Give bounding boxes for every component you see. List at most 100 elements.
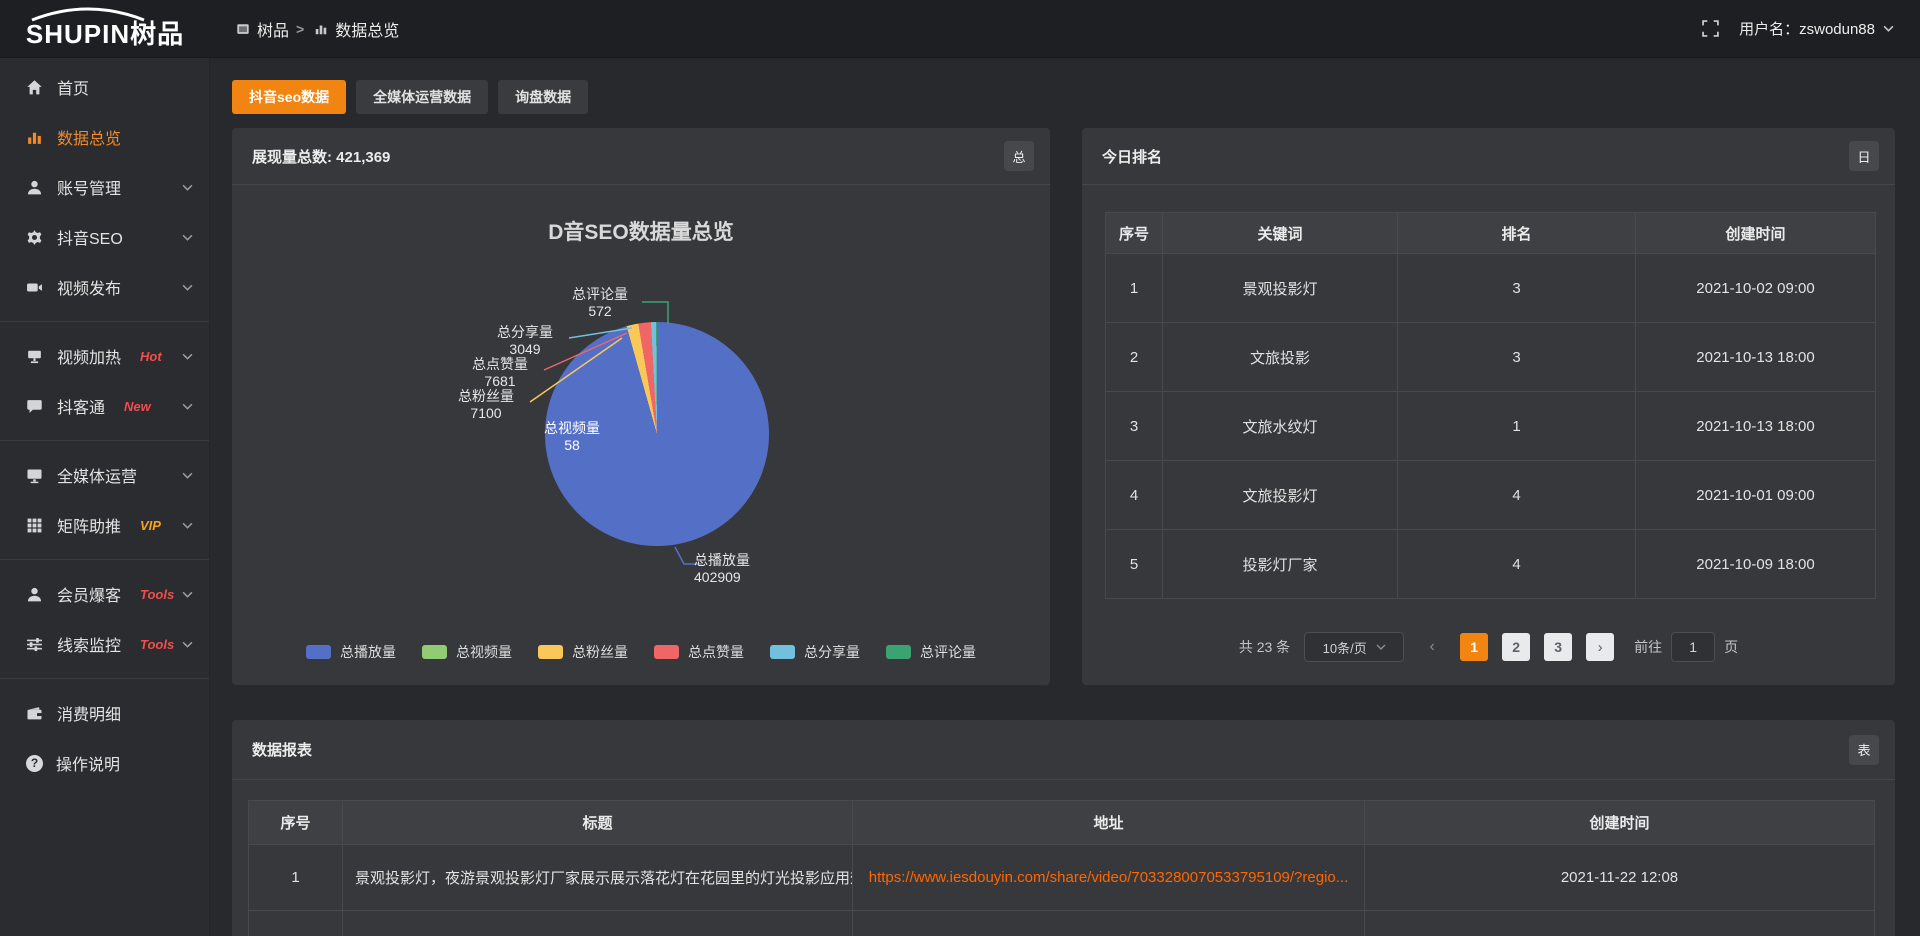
pagination: 共 23 条 10条/页 ‹ 1 2 3 › 前往 页	[1082, 632, 1895, 662]
legend-item-total-shares[interactable]: 总分享量	[770, 642, 860, 662]
legend-swatch	[306, 645, 331, 659]
sidebar-divider	[0, 440, 209, 441]
bar-chart-icon	[26, 129, 44, 146]
tab-omnimedia-data[interactable]: 全媒体运营数据	[356, 80, 488, 114]
sliders-icon	[26, 636, 44, 653]
chart-panel-header: 展现量总数: 421,369 总	[232, 128, 1050, 185]
sidebar-divider	[0, 321, 209, 322]
question-icon	[26, 755, 43, 772]
column-header: 创建时间	[1636, 213, 1876, 254]
sidebar-item-data-overview[interactable]: 数据总览	[0, 112, 209, 162]
page-size-select[interactable]: 10条/页	[1304, 632, 1404, 662]
table-cell: 1	[1398, 392, 1636, 461]
table-row: 1景观投影灯32021-10-02 09:00	[1106, 254, 1876, 323]
table-view-badge[interactable]: 表	[1849, 735, 1879, 765]
screen-icon	[26, 348, 44, 365]
sidebar-item-lead-monitor[interactable]: 线索监控 Tools	[0, 619, 209, 669]
sidebar-item-label: 消费明细	[57, 701, 121, 725]
table-header-row: 序号 关键词 排名 创建时间	[1106, 213, 1876, 254]
column-header: 序号	[1106, 213, 1163, 254]
legend-swatch	[654, 645, 679, 659]
sidebar-item-omnimedia[interactable]: 全媒体运营	[0, 450, 209, 500]
chevron-down-icon	[182, 522, 193, 529]
table-cell: 2021-10-02 09:00	[1636, 254, 1876, 323]
column-header: 排名	[1398, 213, 1636, 254]
sidebar-item-label: 操作说明	[56, 751, 120, 775]
tab-douyin-seo-data[interactable]: 抖音seo数据	[232, 80, 346, 114]
sidebar-item-matrix-boost[interactable]: 矩阵助推 VIP	[0, 500, 209, 550]
legend-swatch	[538, 645, 563, 659]
sidebar-item-doukentong[interactable]: 抖客通 New	[0, 381, 209, 431]
total-count-label: 共 23 条	[1239, 637, 1290, 657]
sidebar-item-video-publish[interactable]: 视频发布	[0, 262, 209, 312]
breadcrumb-current[interactable]: 数据总览	[314, 17, 399, 41]
table-row	[249, 911, 1875, 936]
legend-swatch	[422, 645, 447, 659]
sidebar-item-help[interactable]: 操作说明	[0, 738, 209, 788]
breadcrumb-home[interactable]: 树品 >	[236, 17, 304, 41]
legend-item-total-likes[interactable]: 总点赞量	[654, 642, 744, 662]
pie-label-total-plays: 总播放量402909	[694, 552, 778, 586]
prev-page-button[interactable]: ‹	[1418, 632, 1446, 662]
sidebar-divider	[0, 678, 209, 679]
page-button-1[interactable]: 1	[1460, 633, 1488, 661]
sidebar-item-label: 矩阵助推	[57, 513, 121, 537]
chevron-down-icon	[182, 591, 193, 598]
sidebar-item-label: 视频加热	[57, 344, 121, 368]
table-cell: 5	[1106, 530, 1163, 599]
table-cell: 2021-10-13 18:00	[1636, 392, 1876, 461]
day-view-badge[interactable]: 日	[1849, 141, 1879, 171]
legend-label: 总评论量	[920, 642, 976, 662]
sidebar-item-account[interactable]: 账号管理	[0, 162, 209, 212]
legend-label: 总点赞量	[688, 642, 744, 662]
legend-item-total-plays[interactable]: 总播放量	[306, 642, 396, 662]
legend-item-total-videos[interactable]: 总视频量	[422, 642, 512, 662]
url-link[interactable]: https://www.iesdouyin.com/share/video/70…	[853, 845, 1365, 911]
hot-badge: Hot	[140, 349, 162, 364]
user-menu[interactable]: 用户名：zswodun88	[1739, 18, 1894, 39]
sidebar-item-label: 账号管理	[57, 175, 121, 199]
table-cell: 4	[1398, 530, 1636, 599]
home-icon	[26, 79, 44, 96]
table-cell: 景观投影灯，夜游景观投影灯厂家展示展示落花灯在花园里的灯光投影应用效果 #...	[343, 845, 853, 911]
total-view-badge[interactable]: 总	[1004, 141, 1034, 171]
goto-page-input[interactable]	[1671, 632, 1715, 662]
chevron-down-icon	[182, 234, 193, 241]
table-cell: 2021-10-01 09:00	[1636, 461, 1876, 530]
sidebar-item-video-heat[interactable]: 视频加热 Hot	[0, 331, 209, 381]
chevron-down-icon	[1376, 644, 1386, 650]
next-page-button[interactable]: ›	[1586, 633, 1614, 661]
sidebar-item-home[interactable]: 首页	[0, 62, 209, 112]
sidebar-item-label: 会员爆客	[57, 582, 121, 606]
tab-inquiry-data[interactable]: 询盘数据	[498, 80, 588, 114]
page-button-2[interactable]: 2	[1502, 633, 1530, 661]
table-cell: 1	[1106, 254, 1163, 323]
table-cell: 文旅水纹灯	[1163, 392, 1398, 461]
sidebar-item-member-burst[interactable]: 会员爆客 Tools	[0, 569, 209, 619]
legend-item-total-fans[interactable]: 总粉丝量	[538, 642, 628, 662]
sidebar-item-label: 抖音SEO	[57, 225, 123, 249]
legend-item-total-comments[interactable]: 总评论量	[886, 642, 976, 662]
page-button-3[interactable]: 3	[1544, 633, 1572, 661]
fullscreen-icon[interactable]	[1702, 20, 1719, 37]
table-cell: 3	[1398, 254, 1636, 323]
chevron-down-icon	[182, 403, 193, 410]
chevron-down-icon	[1883, 25, 1894, 32]
goto-page: 前往 页	[1634, 632, 1738, 662]
chevron-down-icon	[182, 284, 193, 291]
today-rank-panel: 今日排名 日 序号 关键词 排名 创建时间 1景观投影灯32021-10-02 …	[1082, 128, 1895, 685]
chevron-down-icon	[182, 184, 193, 191]
pie-label-total-fans: 总粉丝量7100	[444, 388, 528, 422]
top-bar: SHUPIN树品 树品 > 数据总览 用户名：zswodun88	[0, 0, 1920, 58]
pie-label-total-comments: 总评论量572	[558, 286, 642, 320]
monitor-icon	[26, 467, 44, 484]
table-cell: 3	[1398, 323, 1636, 392]
rank-table: 序号 关键词 排名 创建时间 1景观投影灯32021-10-02 09:002文…	[1105, 212, 1876, 599]
table-cell: 景观投影灯	[1163, 254, 1398, 323]
sidebar-item-douyin-seo[interactable]: 抖音SEO	[0, 212, 209, 262]
person-icon	[26, 586, 44, 603]
seo-chart-panel: 展现量总数: 421,369 总 D音SEO数据量总览 总播放量402909 总…	[232, 128, 1050, 685]
logo-arc-icon	[28, 6, 148, 22]
sidebar-item-spending-detail[interactable]: 消费明细	[0, 688, 209, 738]
column-header: 标题	[343, 801, 853, 845]
